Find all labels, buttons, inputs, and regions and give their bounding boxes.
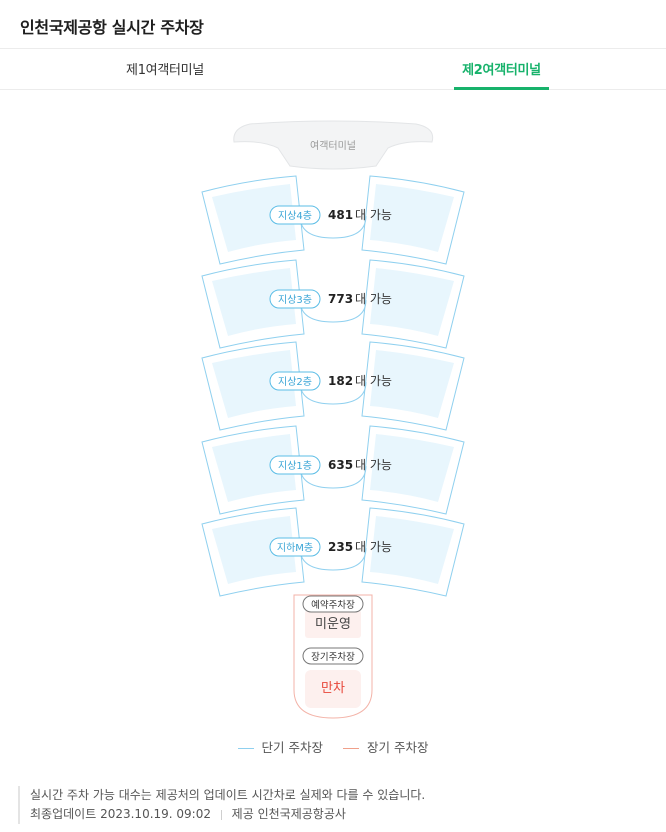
floor-row[interactable]: 지상2층 182 대 가능 xyxy=(201,341,465,431)
tab-terminal-1[interactable]: 제1여객터미널 xyxy=(110,49,220,89)
special-lot-name: 예약주차장 xyxy=(311,599,355,611)
floor-available-suffix: 대 가능 xyxy=(355,458,392,472)
floor-available-suffix: 대 가능 xyxy=(355,374,392,388)
floor-available-count: 635 xyxy=(328,458,353,472)
parking-diagram: 여객터미널 지상4층 481 대 가능지상3층 773 대 가능지상2층 182 대 가능지… xyxy=(201,120,465,719)
floor-badge-label: 지상2층 xyxy=(278,376,312,388)
floor-badge-label: 지상1층 xyxy=(278,460,312,472)
update-info: 최종업데이트 2023.10.19. 09:02 제공 인천국제공항공사 xyxy=(30,805,650,824)
floor-available-suffix: 대 가능 xyxy=(355,292,392,306)
floor-row[interactable]: 지상1층 635 대 가능 xyxy=(201,425,465,515)
floor-available-count: 481 xyxy=(328,208,353,222)
special-lot-status: 만차 xyxy=(321,681,345,696)
floor-badge-label: 지상4층 xyxy=(278,210,312,222)
floor-available-count: 235 xyxy=(328,540,353,554)
special-lot-name: 장기주차장 xyxy=(311,651,355,663)
floor-available-suffix: 대 가능 xyxy=(355,540,392,554)
floor-badge-label: 지하M층 xyxy=(277,541,313,554)
legend-short-term: 단기 주차장 xyxy=(237,737,323,756)
floor-row[interactable]: 지상3층 773 대 가능 xyxy=(201,259,465,349)
floor-badge-label: 지상3층 xyxy=(278,294,312,306)
legend-long-term-swatch xyxy=(342,748,359,749)
terminal-building: 여객터미널 xyxy=(233,120,434,170)
legend-short-term-swatch xyxy=(237,748,254,749)
update-notice: 실시간 주차 가능 대수는 제공처의 업데이트 시간차로 실제와 다를 수 있습… xyxy=(18,786,650,824)
floor-available-count: 182 xyxy=(328,374,353,388)
page-header: 인천국제공항 실시간 주차장 xyxy=(0,0,666,49)
tab-terminal-2[interactable]: 제2여객터미널 xyxy=(454,49,549,90)
page-title: 인천국제공항 실시간 주차장 xyxy=(20,18,204,37)
updated-label: 최종업데이트 xyxy=(30,807,97,821)
provider-link[interactable]: 인천국제공항공사 xyxy=(258,807,346,821)
updated-value: 2023.10.19. 09:02 xyxy=(100,807,211,821)
terminal-label: 여객터미널 xyxy=(310,140,356,152)
legend: 단기 주차장 장기 주차장 xyxy=(0,737,666,756)
floor-available-count: 773 xyxy=(328,292,353,306)
floor-row[interactable]: 지상4층 481 대 가능 xyxy=(201,175,465,265)
terminal-tabs: 제1여객터미널 제2여객터미널 xyxy=(0,49,666,90)
floor-available-suffix: 대 가능 xyxy=(355,208,392,222)
divider xyxy=(220,809,222,820)
provider-label: 제공 xyxy=(231,807,254,821)
special-lot-status: 미운영 xyxy=(315,617,351,632)
legend-long-term: 장기 주차장 xyxy=(342,737,428,756)
floor-row[interactable]: 지하M층 235 대 가능 xyxy=(201,507,465,597)
notice-text: 실시간 주차 가능 대수는 제공처의 업데이트 시간차로 실제와 다를 수 있습… xyxy=(30,788,426,802)
